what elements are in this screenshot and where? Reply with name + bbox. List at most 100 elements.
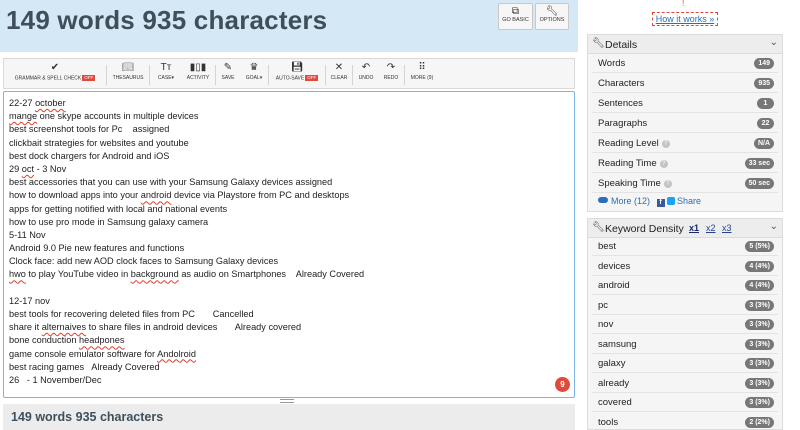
help-icon[interactable]: ? [663, 180, 672, 188]
keyword-row[interactable]: android 4 (4%) [592, 276, 778, 295]
keyword-count-badge: 2 (2%) [745, 416, 774, 428]
chevron-down-icon[interactable]: ⌄ [770, 221, 778, 232]
tab-x3[interactable]: x3 [722, 223, 732, 233]
activity-button[interactable]: ▮▯▮ ACTIVITY [182, 62, 214, 87]
spelling-error[interactable]: october [35, 98, 66, 108]
auto-save-button[interactable]: 💾︎ AUTO-SAVE OFF [270, 62, 324, 87]
editor-text: game console emulator software for [9, 348, 158, 359]
editor-text: one skype accounts in multiple devices [37, 111, 199, 122]
keyword-row[interactable]: nov 3 (3%) [592, 315, 778, 334]
details-row-label-text: Speaking Time [598, 178, 661, 189]
footer-title: 149 words 935 characters [11, 410, 164, 424]
keyword-row[interactable]: tools 2 (2%) [592, 413, 778, 430]
spelling-error[interactable]: android [141, 190, 172, 200]
goal-label: GOAL▾ [245, 75, 263, 81]
editor-line: hwo to play YouTube video in background … [9, 268, 569, 281]
spelling-error[interactable]: mange [9, 111, 37, 121]
thesaurus-label: THESAURUS [112, 75, 144, 81]
activity-label: ACTIVITY [186, 75, 210, 81]
editor-text: as audio on Smartphones Already Covered [178, 269, 365, 280]
details-row-label: Reading Level? [598, 138, 670, 149]
text-editor[interactable]: 22-27 october mange one skype accounts in… [3, 91, 575, 398]
tab-x1[interactable]: x1 [689, 223, 699, 233]
save-button[interactable]: ✎ SAVE [217, 62, 239, 87]
keyword-row[interactable]: already 3 (3%) [592, 374, 778, 393]
share-link[interactable]: Share [677, 196, 701, 206]
save-label: SAVE [221, 75, 235, 81]
editor-text: best tools for recovering deleted files … [9, 309, 254, 319]
details-row-label-text: Paragraphs [598, 118, 648, 129]
wrench-icon: 🔧︎ [592, 38, 605, 49]
keyword-density-header[interactable]: 🔧︎ Keyword Density x1 x2 x3 ⌄ [588, 219, 782, 238]
keyword-label: devices [598, 260, 631, 272]
toolbar-divider [325, 65, 326, 85]
facebook-icon[interactable]: f [656, 199, 665, 207]
spelling-error[interactable]: oct [22, 164, 34, 174]
more-label: More (12) [611, 196, 651, 206]
goal-dropdown[interactable]: ♛ GOAL▾ [241, 62, 267, 87]
grammar-check-button[interactable]: ✔ GRAMMAR & SPELL CHECK OFF [7, 62, 103, 87]
details-value-badge: N/A [753, 138, 774, 149]
spelling-error[interactable]: hwo [9, 269, 26, 279]
spelling-error[interactable]: alternaives [42, 322, 86, 332]
error-count-badge[interactable]: 9 [555, 377, 570, 392]
editor-line: bone conduction headpones [9, 334, 569, 347]
editor-column: 149 words 935 characters ⧉ GO BASIC 🔧︎ O… [0, 0, 578, 430]
keyword-row[interactable]: samsung 3 (3%) [592, 335, 778, 354]
help-icon[interactable]: ? [661, 140, 670, 148]
editor-text: how to download apps into your [9, 190, 141, 201]
keyword-row[interactable]: devices 4 (4%) [592, 257, 778, 276]
redo-button[interactable]: ↷ REDO [379, 62, 403, 87]
help-icon[interactable]: ? [659, 160, 668, 168]
redo-label: REDO [383, 75, 399, 81]
trophy-icon: ♛ [249, 62, 259, 73]
thesaurus-button[interactable]: 📖︎ THESAURUS [108, 62, 148, 87]
tab-x2[interactable]: x2 [706, 223, 716, 233]
editor-text: best dock chargers for Android and iOS [9, 150, 170, 161]
editor-line: Android 9.0 Pie new features and functio… [9, 242, 569, 255]
undo-button[interactable]: ↶ UNDO [354, 62, 378, 87]
keyword-row[interactable]: covered 3 (3%) [592, 393, 778, 412]
spelling-error[interactable]: Andolroid [157, 349, 196, 359]
editor-resize-handle[interactable] [280, 399, 294, 403]
book-icon: 📖︎ [121, 62, 135, 73]
editor-line: how to use pro mode in Samsung galaxy ca… [9, 216, 569, 229]
options-button[interactable]: 🔧︎ OPTIONS [535, 3, 569, 30]
editor-line: mange one skype accounts in multiple dev… [9, 110, 569, 123]
more-tools-button[interactable]: ⠿ MORE (9) [406, 62, 438, 87]
how-it-works-link[interactable]: How it works » [652, 12, 718, 26]
keyword-row[interactable]: galaxy 3 (3%) [592, 354, 778, 373]
keyword-count-badge: 4 (4%) [745, 280, 774, 291]
go-basic-button[interactable]: ⧉ GO BASIC [498, 3, 533, 30]
details-row: Sentences 1 [592, 94, 778, 113]
details-row-label: Words [598, 58, 625, 69]
chevron-down-icon[interactable]: ⌄ [770, 37, 778, 48]
clear-button[interactable]: ✕ CLEAR [327, 62, 351, 87]
editor-line: 22-27 october [9, 97, 569, 110]
keyword-count-badge: 3 (3%) [745, 377, 774, 389]
clear-label: CLEAR [330, 75, 348, 81]
toolbar-divider [106, 65, 107, 85]
details-row-label: Characters [598, 78, 644, 89]
editor-text: - 3 Nov [34, 163, 67, 174]
keyword-label: nov [598, 319, 614, 330]
case-dropdown[interactable]: Tт CASE▾ [151, 62, 181, 87]
details-row-label: Reading Time? [598, 158, 668, 169]
editor-text: best racing games Already Covered [9, 361, 160, 372]
editor-line: best dock chargers for Android and iOS [9, 150, 569, 163]
details-row-label-text: Reading Time [598, 158, 657, 169]
editor-line: apps for getting notified with local and… [9, 203, 569, 216]
spelling-error[interactable]: background [131, 269, 179, 279]
editor-text: share it [9, 322, 42, 333]
details-panel-header[interactable]: 🔧︎ Details ⌄ [588, 35, 782, 54]
keyword-row[interactable]: pc 3 (3%) [592, 296, 778, 315]
keyword-label: galaxy [598, 358, 626, 369]
more-toggle-button[interactable]: More (12) [598, 196, 650, 206]
editor-line: 12-17 nov [9, 295, 569, 308]
details-row: Speaking Time? 50 sec [592, 174, 778, 193]
twitter-icon[interactable] [666, 197, 675, 205]
keyword-row[interactable]: best 5 (5%) [592, 237, 778, 256]
toolbar-divider [352, 65, 353, 85]
spelling-error[interactable]: headpones [79, 335, 124, 345]
